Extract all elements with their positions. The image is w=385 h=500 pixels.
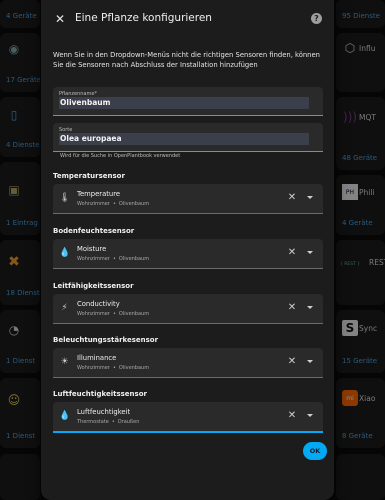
separator: • — [112, 201, 116, 207]
separator: • — [112, 365, 116, 371]
sensor-context: Wohnzimmer • Olivenbaum — [77, 365, 149, 371]
sensor-device: Olivenbaum — [118, 256, 150, 262]
sensor-picker[interactable]: 💧 Luftfeuchtigkeit Thermostate • Draußen ✕ — [53, 402, 323, 433]
section-title: Luftfeuchtigkeitssensor — [53, 390, 147, 398]
chevron-down-icon[interactable] — [307, 360, 313, 363]
species-selection: Olea europaea — [59, 133, 309, 145]
sensor-device: Draußen — [117, 419, 140, 425]
chevron-down-icon[interactable] — [307, 251, 313, 254]
species-value: Olea europaea — [60, 134, 122, 143]
sensor-context: Thermostate • Draußen — [77, 419, 139, 425]
section-title: Leitfähigkeitssensor — [53, 282, 134, 290]
water-drop-icon: 💧 — [59, 248, 71, 258]
species-field[interactable]: Sorte Olea europaea — [53, 123, 323, 152]
sensor-context: Wohnzimmer • Olivenbaum — [77, 201, 149, 207]
intro-text: Wenn Sie in den Dropdown-Menüs nicht die… — [53, 51, 320, 69]
dialog-header: ✕ Eine Pflanze konfigurieren ? — [41, 0, 334, 38]
sensor-picker[interactable]: ☀ Illuminance Wohnzimmer • Olivenbaum ✕ — [53, 348, 323, 378]
clear-icon[interactable]: ✕ — [287, 248, 297, 258]
clear-icon[interactable]: ✕ — [287, 411, 297, 421]
sun-icon: ☀ — [60, 357, 69, 367]
sensor-context: Wohnzimmer • Olivenbaum — [77, 256, 149, 262]
ok-button[interactable]: OK — [303, 442, 327, 460]
plant-name-selection: Olivenbaum — [59, 97, 309, 109]
thermometer-icon: 🌡 — [59, 193, 71, 203]
separator: • — [111, 419, 115, 425]
configure-plant-dialog: ✕ Eine Pflanze konfigurieren ? Wenn Sie … — [41, 0, 334, 500]
sensor-entity-name: Illuminance — [77, 354, 117, 362]
sensor-area: Wohnzimmer — [77, 201, 110, 207]
sensor-area: Wohnzimmer — [77, 311, 110, 317]
section-title: Beleuchtungsstärkesensor — [53, 336, 159, 344]
separator: • — [112, 311, 116, 317]
separator: • — [112, 256, 116, 262]
chevron-down-icon[interactable] — [307, 414, 313, 417]
chevron-down-icon[interactable] — [307, 306, 313, 309]
sensor-device: Olivenbaum — [118, 365, 150, 371]
humidity-icon: 💧 — [59, 411, 71, 421]
clear-icon[interactable]: ✕ — [287, 357, 297, 367]
chevron-down-icon[interactable] — [307, 196, 313, 199]
sensor-picker[interactable]: 💧 Moisture Wohnzimmer • Olivenbaum ✕ — [53, 239, 323, 269]
plant-name-value: Olivenbaum — [60, 98, 111, 107]
sensor-picker[interactable]: 🌡 Temperature Wohnzimmer • Olivenbaum ✕ — [53, 184, 323, 214]
help-icon[interactable]: ? — [311, 13, 322, 24]
plant-name-field[interactable]: Pflanzenname* Olivenbaum — [53, 87, 323, 116]
conductivity-icon: ⚡ — [61, 303, 68, 313]
section-title: Bodenfeuchtesensor — [53, 227, 135, 235]
sensor-entity-name: Temperature — [77, 190, 121, 198]
close-icon[interactable]: ✕ — [53, 12, 67, 26]
sensor-picker[interactable]: ⚡ Conductivity Wohnzimmer • Olivenbaum ✕ — [53, 294, 323, 324]
sensor-entity-name: Conductivity — [77, 300, 120, 308]
dialog-title: Eine Pflanze konfigurieren — [75, 12, 212, 24]
sensor-context: Wohnzimmer • Olivenbaum — [77, 311, 149, 317]
sensor-device: Olivenbaum — [118, 311, 150, 317]
sensor-area: Thermostate — [77, 419, 109, 425]
species-helper-text: Wird für die Suche in OpenPlantbook verw… — [60, 153, 181, 159]
clear-icon[interactable]: ✕ — [287, 303, 297, 313]
sensor-device: Olivenbaum — [118, 201, 150, 207]
sensor-entity-name: Luftfeuchtigkeit — [77, 408, 131, 416]
sensor-entity-name: Moisture — [77, 245, 107, 253]
sensor-area: Wohnzimmer — [77, 256, 110, 262]
sensor-area: Wohnzimmer — [77, 365, 110, 371]
clear-icon[interactable]: ✕ — [287, 193, 297, 203]
section-title: Temperatursensor — [53, 172, 125, 180]
